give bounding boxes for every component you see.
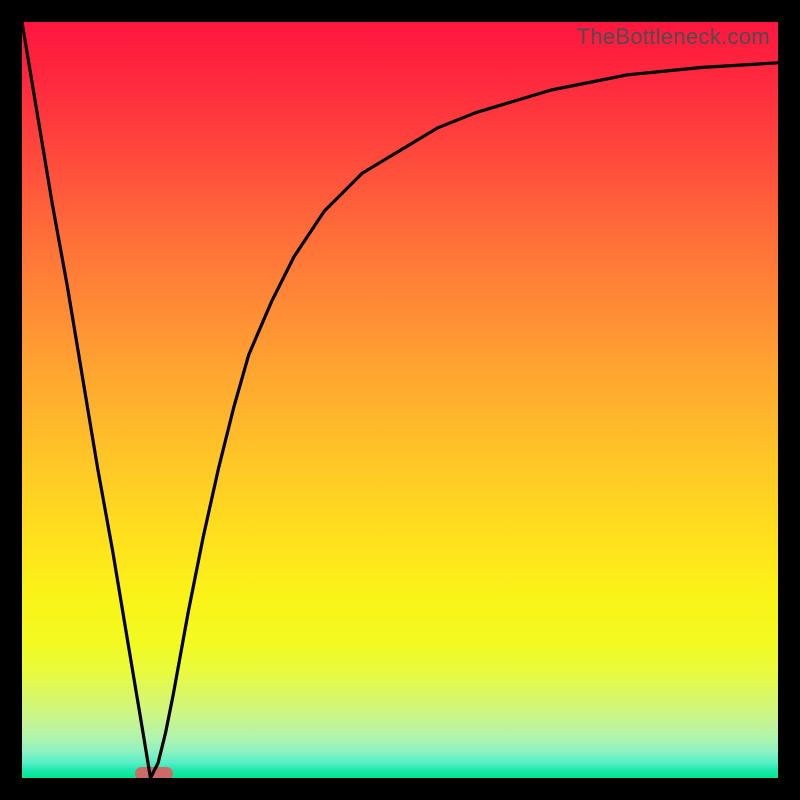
plot-area: TheBottleneck.com xyxy=(22,22,778,778)
chart-frame: TheBottleneck.com xyxy=(0,0,800,800)
watermark-text: TheBottleneck.com xyxy=(577,24,770,50)
bottleneck-curve xyxy=(22,22,778,778)
